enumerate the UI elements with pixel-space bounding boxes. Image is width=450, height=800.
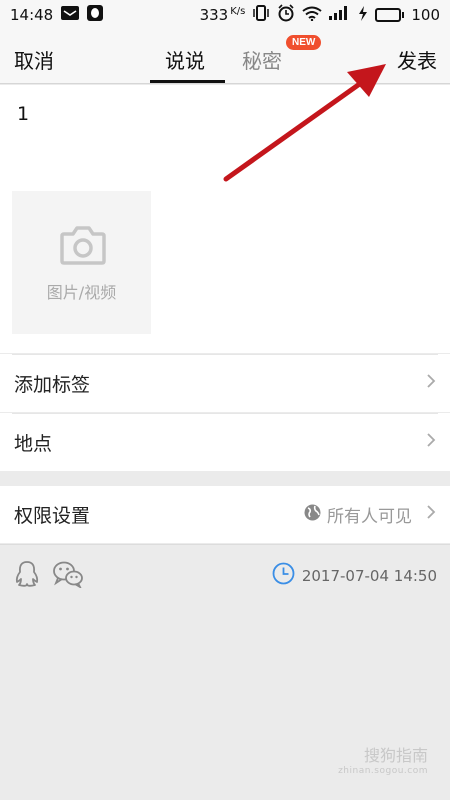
permission-row[interactable]: 权限设置 所有人可见 xyxy=(0,486,450,543)
battery-percent: 100 xyxy=(411,6,440,24)
divider xyxy=(12,354,438,355)
publish-button[interactable]: 发表 xyxy=(397,45,437,74)
watermark-subtext: zhinan.sogou.com xyxy=(338,766,428,776)
mail-icon xyxy=(61,6,80,24)
status-time: 14:48 xyxy=(10,6,54,24)
watermark-text: 搜狗指南 xyxy=(363,746,428,765)
globe-icon xyxy=(304,504,321,526)
divider xyxy=(12,413,438,414)
wifi-icon xyxy=(302,6,322,25)
add-media-button[interactable]: 图片/视频 xyxy=(12,191,151,334)
battery-icon xyxy=(375,8,405,22)
permission-value: 所有人可见 xyxy=(327,507,412,527)
timestamp: 2017-07-04 14:50 xyxy=(301,566,437,585)
new-badge: NEW xyxy=(286,35,322,50)
camera-icon xyxy=(60,225,106,269)
add-tags-row[interactable]: 添加标签 xyxy=(0,354,450,412)
chevron-right-icon xyxy=(426,432,436,452)
status-bar: 14:48 333 K/s 100 xyxy=(0,0,450,30)
signal-icon xyxy=(329,6,351,24)
vibrate-icon xyxy=(252,5,270,25)
network-speed: 333 xyxy=(199,6,229,24)
alarm-icon xyxy=(277,4,295,26)
tab-say[interactable]: 说说 xyxy=(165,45,205,74)
tab-active-indicator xyxy=(150,80,225,83)
watermark: 搜狗指南 zhinan.sogou.com xyxy=(338,742,428,776)
section-gap xyxy=(0,471,450,486)
network-speed-unit: K/s xyxy=(230,6,246,17)
nav-bar: 取消 说说 秘密 NEW 发表 xyxy=(0,30,450,84)
post-text-input[interactable]: 1 xyxy=(17,103,29,125)
permission-label: 权限设置 xyxy=(14,505,91,527)
chevron-right-icon xyxy=(426,373,436,393)
qq-icon[interactable] xyxy=(14,560,40,592)
location-row[interactable]: 地点 xyxy=(0,413,450,471)
location-label: 地点 xyxy=(14,432,53,455)
cancel-button[interactable]: 取消 xyxy=(14,45,54,74)
wechat-icon[interactable] xyxy=(52,560,84,592)
charging-icon xyxy=(358,5,368,25)
add-tags-label: 添加标签 xyxy=(14,373,91,396)
qq-notification-icon xyxy=(87,5,104,25)
post-time[interactable]: 2017-07-04 14:50 xyxy=(272,562,437,589)
clock-icon xyxy=(272,562,295,589)
chevron-right-icon xyxy=(426,504,436,525)
compose-area[interactable]: 1 图片/视频 xyxy=(0,85,450,353)
tab-secret[interactable]: 秘密 xyxy=(242,45,282,74)
media-label: 图片/视频 xyxy=(46,283,117,302)
